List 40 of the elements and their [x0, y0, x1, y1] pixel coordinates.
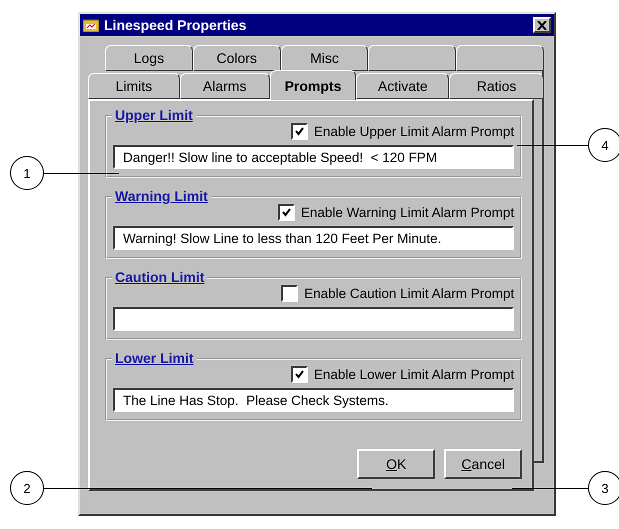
group-title: Warning Limit [112, 188, 211, 204]
tab[interactable]: Logs [105, 45, 193, 71]
prompt-field[interactable] [113, 307, 514, 331]
callout-number: 3 [588, 471, 619, 505]
checkbox[interactable] [281, 285, 298, 302]
checkbox[interactable] [290, 366, 308, 383]
tab[interactable]: Colors [192, 45, 281, 71]
tab[interactable]: Misc [280, 45, 368, 71]
callout-number: 1 [10, 156, 44, 190]
group-title: Caution Limit [112, 269, 208, 285]
tab[interactable]: Limits [88, 73, 180, 99]
prompt-field[interactable]: Danger!! Slow line to acceptable Speed! < 120 FPM [113, 145, 514, 169]
group-title: Lower Limit [112, 350, 197, 366]
checkbox-label: Enable Warning Limit Alarm Prompt [300, 205, 514, 220]
callout-number: 2 [10, 471, 44, 505]
tab[interactable]: Alarms [180, 73, 270, 99]
callout-number: 4 [588, 128, 619, 162]
group-title: Upper Limit [112, 107, 196, 123]
window-title: Linespeed Properties [104, 17, 248, 33]
checkbox-label: Enable Caution Limit Alarm Prompt [304, 286, 514, 301]
tab[interactable]: Prompts [270, 70, 356, 100]
prompt-field[interactable]: The Line Has Stop. Please Check Systems. [113, 388, 514, 412]
close-icon [537, 20, 547, 30]
tab[interactable]: Activate [356, 73, 450, 99]
checkbox[interactable] [278, 204, 295, 221]
blank-tab[interactable] [456, 45, 544, 71]
tab[interactable]: Ratios [449, 73, 544, 99]
cancel-button[interactable]: Cancel [444, 449, 522, 479]
checkbox-label: Enable Upper Limit Alarm Prompt [314, 124, 514, 139]
checkbox[interactable] [290, 123, 308, 140]
check-icon [294, 370, 304, 379]
blank-tab[interactable] [368, 45, 456, 71]
close-button[interactable] [533, 17, 551, 33]
leader-line [517, 145, 588, 146]
check-icon [294, 127, 304, 136]
folder-icon [83, 18, 99, 32]
check-icon [282, 208, 291, 217]
ok-button[interactable]: OK [357, 449, 436, 479]
checkbox-label: Enable Lower Limit Alarm Prompt [314, 367, 514, 382]
prompt-field[interactable]: Warning! Slow Line to less than 120 Feet Per Minute. [113, 226, 514, 250]
